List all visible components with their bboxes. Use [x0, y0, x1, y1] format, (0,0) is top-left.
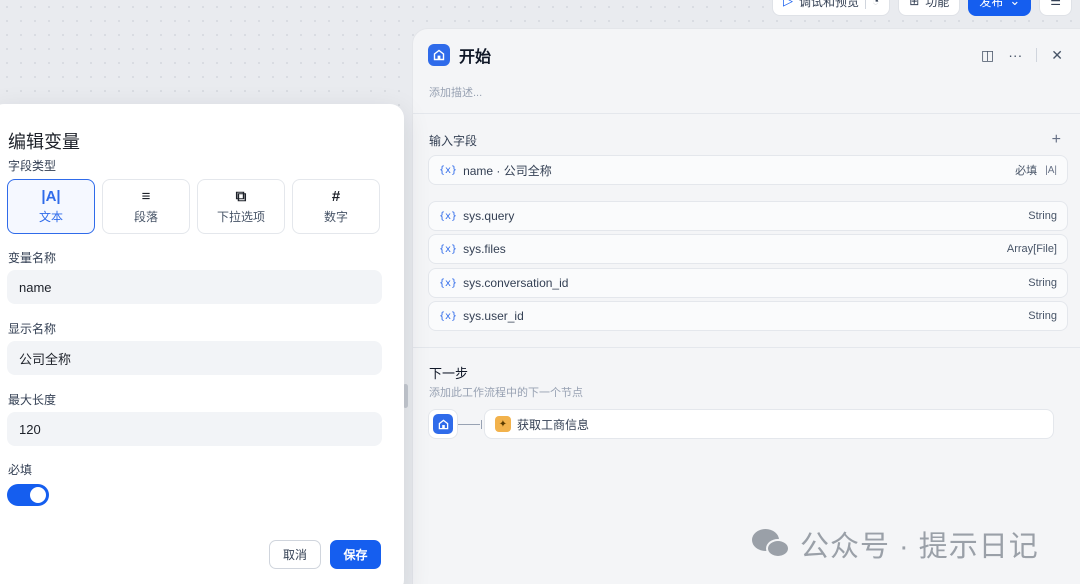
- text-type-icon: |A|: [41, 187, 61, 205]
- system-var-name: sys.query: [463, 209, 515, 223]
- debug-preview-button[interactable]: ▷ 调试和预览 ◔: [771, 0, 891, 16]
- features-button[interactable]: ⊞ 功能: [898, 0, 961, 16]
- watermark-text: 公众号 · 提示日记: [800, 531, 1039, 563]
- variable-name-input[interactable]: [7, 270, 382, 304]
- select-icon: ⧉: [235, 187, 247, 205]
- toggle-knob: [30, 487, 46, 503]
- variable-name-label: 变量名称: [8, 251, 57, 265]
- required-label: 必填: [8, 463, 33, 477]
- actions-separator: [1036, 48, 1038, 62]
- flow-connector: [458, 419, 482, 429]
- field-type-label: 字段类型: [8, 159, 57, 173]
- cancel-button[interactable]: 取消: [269, 540, 321, 569]
- next-node-name: 获取工商信息: [517, 417, 590, 432]
- required-toggle[interactable]: [7, 484, 49, 506]
- publish-button[interactable]: 发布 ⌄: [968, 0, 1032, 16]
- max-length-input[interactable]: [7, 412, 382, 446]
- next-step-title: 下一步: [429, 366, 469, 381]
- watermark: 公众号 · 提示日记: [752, 523, 1039, 565]
- variable-icon: {x}: [439, 210, 458, 222]
- flow-start-node: [428, 409, 458, 439]
- type-option-label: 下拉选项: [216, 210, 265, 224]
- type-option-select[interactable]: ⧉ 下拉选项: [197, 179, 285, 234]
- field-meta: 必填 |A|: [1015, 162, 1057, 178]
- system-var-type: Array[File]: [1006, 243, 1057, 255]
- features-label: 功能: [925, 0, 950, 9]
- system-var-type: String: [1028, 310, 1057, 322]
- display-name-input[interactable]: [7, 341, 382, 375]
- type-option-label: 数字: [323, 210, 348, 224]
- agent-icon: ✦: [495, 416, 511, 432]
- type-option-label: 段落: [133, 210, 158, 224]
- type-option-text[interactable]: |A| 文本: [7, 179, 95, 234]
- next-node-item[interactable]: ✦ 获取工商信息: [484, 409, 1054, 439]
- variable-icon: {x}: [439, 310, 458, 322]
- grid-icon: ⊞: [909, 0, 920, 8]
- play-icon: ▷: [782, 0, 793, 8]
- system-var-row: {x} sys.files Array[File]: [428, 234, 1068, 264]
- field-type-selector: |A| 文本 ≡ 段落 ⧉ 下拉选项 # 数字: [7, 179, 380, 234]
- debug-preview-label: 调试和预览: [798, 0, 859, 9]
- required-tag: 必填: [1015, 165, 1038, 177]
- text-type-icon: |A|: [1045, 164, 1057, 176]
- start-node-title: 开始: [459, 49, 492, 66]
- more-icon[interactable]: ···: [1008, 47, 1022, 63]
- home-icon: [433, 414, 453, 434]
- publish-label: 发布: [979, 0, 1004, 9]
- system-var-row: {x} sys.user_id String: [428, 301, 1068, 331]
- type-option-number[interactable]: # 数字: [292, 179, 380, 234]
- paragraph-icon: ≡: [141, 187, 151, 205]
- checklist-icon[interactable]: ◔: [872, 0, 879, 8]
- variable-icon: {x}: [439, 164, 458, 176]
- wechat-icon: [752, 527, 792, 561]
- start-node-actions: ◫ ··· ✕: [981, 47, 1063, 64]
- system-var-name: sys.conversation_id: [463, 276, 569, 290]
- field-name: name · 公司全称: [463, 163, 552, 178]
- next-step-description: 添加此工作流程中的下一个节点: [429, 387, 583, 399]
- input-field-row[interactable]: {x} name · 公司全称 必填 |A|: [428, 155, 1068, 185]
- type-option-paragraph[interactable]: ≡ 段落: [102, 179, 190, 234]
- system-var-type: String: [1028, 210, 1057, 222]
- description-input[interactable]: 添加描述...: [429, 84, 482, 100]
- close-icon[interactable]: ✕: [1051, 47, 1063, 64]
- next-step-flow: ✦ 获取工商信息: [428, 409, 1054, 439]
- type-option-label: 文本: [38, 210, 63, 224]
- edit-variable-dialog: 编辑变量 字段类型 |A| 文本 ≡ 段落 ⧉ 下拉选项 # 数字 变量名称 显…: [0, 104, 404, 584]
- divider: [413, 113, 1080, 114]
- variable-icon: {x}: [439, 277, 458, 289]
- chevron-down-icon: ⌄: [1009, 0, 1021, 8]
- list-icon: ☰: [1050, 0, 1061, 8]
- start-node-header: 开始 ◫ ··· ✕: [428, 43, 1063, 67]
- system-var-row: {x} sys.query String: [428, 201, 1068, 231]
- divider: [413, 347, 1080, 348]
- display-name-label: 显示名称: [8, 322, 57, 336]
- add-field-icon[interactable]: +: [1052, 131, 1061, 149]
- home-icon: [428, 44, 450, 66]
- save-button[interactable]: 保存: [330, 540, 381, 569]
- more-options-button[interactable]: ☰: [1039, 0, 1072, 16]
- book-icon[interactable]: ◫: [981, 47, 994, 64]
- system-var-name: sys.files: [463, 242, 506, 256]
- start-node-panel: 开始 ◫ ··· ✕ 添加描述... 输入字段 + {x} name · 公司全…: [412, 28, 1080, 584]
- system-var-name: sys.user_id: [463, 309, 524, 323]
- dialog-title: 编辑变量: [8, 132, 80, 152]
- input-fields-title: 输入字段: [429, 134, 478, 148]
- toolbar-separator: [864, 0, 866, 9]
- number-icon: #: [331, 187, 341, 205]
- system-var-row: {x} sys.conversation_id String: [428, 268, 1068, 298]
- variable-icon: {x}: [439, 243, 458, 255]
- max-length-label: 最大长度: [8, 393, 57, 407]
- top-toolbar: ▷ 调试和预览 ◔ ⊞ 功能 发布 ⌄ ☰: [771, 0, 1080, 16]
- system-var-type: String: [1028, 277, 1057, 289]
